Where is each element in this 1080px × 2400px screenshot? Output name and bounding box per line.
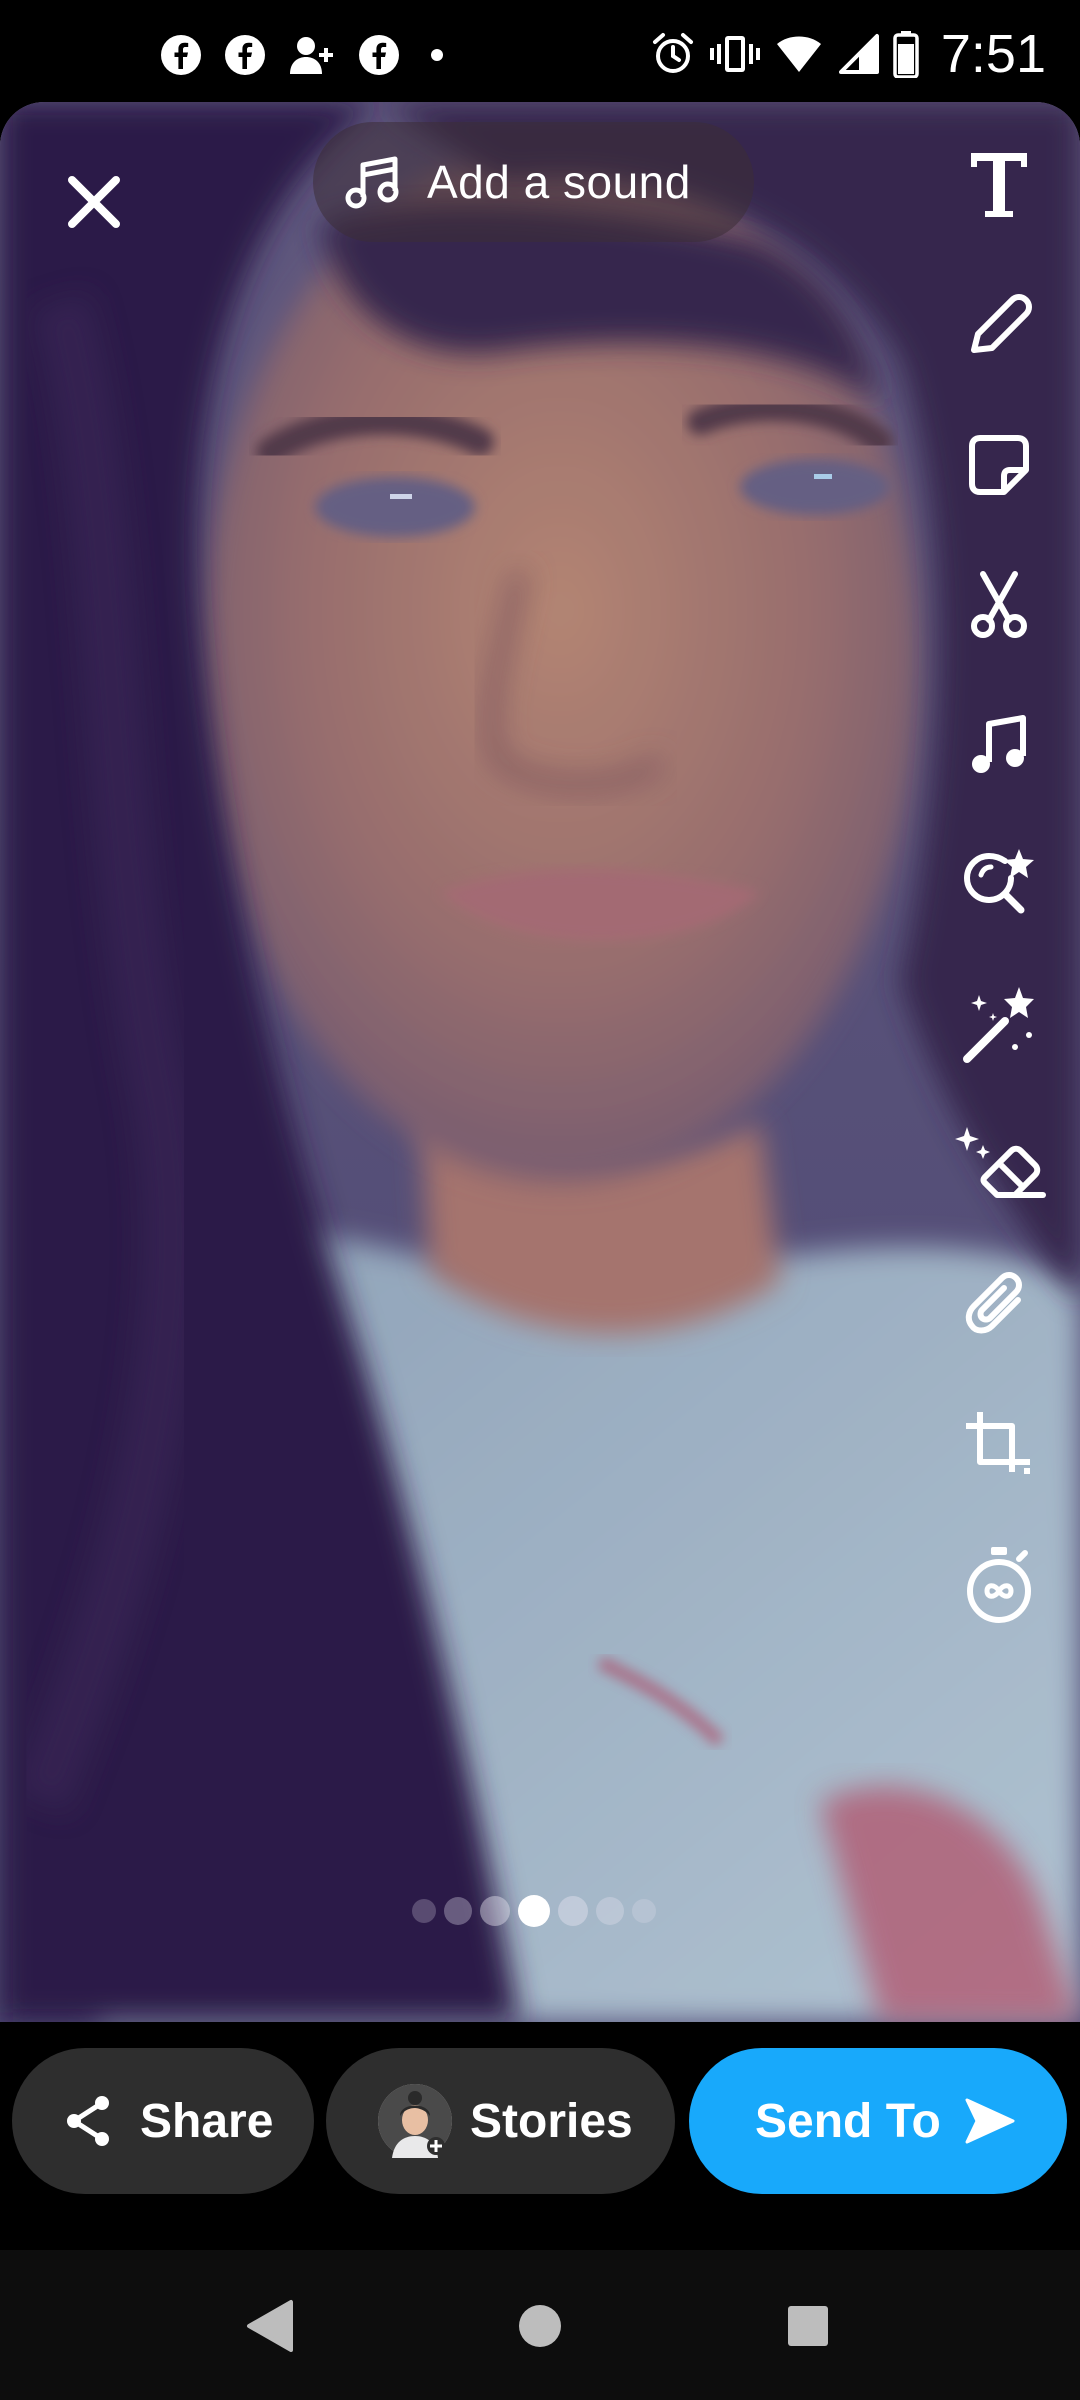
add-friend-icon <box>288 34 336 76</box>
system-icons: 7:51 <box>651 22 1046 86</box>
send-arrow-icon <box>965 2098 1015 2144</box>
pencil-icon <box>971 294 1032 353</box>
scissors-tool-button[interactable] <box>944 550 1054 660</box>
home-button[interactable] <box>502 2288 578 2364</box>
paperclip-icon <box>965 1272 1022 1334</box>
draw-tool-button[interactable] <box>944 270 1054 380</box>
notification-icons <box>160 30 452 80</box>
crop-tool-button[interactable] <box>944 1390 1054 1500</box>
magic-eraser-icon <box>955 1127 1046 1198</box>
back-button[interactable] <box>232 2288 308 2364</box>
signal-icon <box>837 32 879 76</box>
eraser-tool-button[interactable] <box>944 1110 1054 1220</box>
attach-tool-button[interactable] <box>944 1250 1054 1360</box>
page-dot <box>558 1896 588 1926</box>
music-note-icon <box>972 715 1026 773</box>
add-sound-button[interactable]: Add a sound <box>313 122 754 242</box>
bitmoji-avatar-icon <box>378 2084 452 2158</box>
recents-icon <box>788 2306 828 2346</box>
captured-photo[interactable] <box>0 102 1080 2022</box>
recents-button[interactable] <box>770 2288 846 2364</box>
facebook-icon <box>358 34 400 76</box>
selfie-image <box>0 102 1080 2022</box>
close-button[interactable] <box>52 160 136 244</box>
battery-icon <box>893 30 919 78</box>
page-dot <box>596 1897 624 1925</box>
music-tool-button[interactable] <box>944 690 1054 800</box>
facebook-icon <box>224 34 266 76</box>
alarm-icon <box>651 32 695 76</box>
page-indicator <box>412 1895 656 1927</box>
lens-tool-button[interactable] <box>944 830 1054 940</box>
page-dot <box>480 1896 510 1926</box>
wifi-icon <box>775 32 823 76</box>
text-icon <box>971 153 1027 217</box>
page-dot <box>632 1899 656 1923</box>
navigation-bar <box>0 2250 1080 2400</box>
vibrate-icon <box>709 32 761 76</box>
share-icon <box>67 2096 109 2146</box>
lens-search-icon <box>963 849 1034 914</box>
action-bar: Share Stories Send To <box>0 2022 1080 2250</box>
add-sound-label: Add a sound <box>427 156 691 208</box>
scissors-icon <box>971 571 1027 638</box>
back-icon <box>247 2300 293 2352</box>
share-button[interactable]: Share <box>12 2048 314 2194</box>
avatar <box>378 2084 452 2158</box>
sticker-icon <box>969 435 1029 495</box>
stories-button[interactable]: Stories <box>326 2048 675 2194</box>
crop-icon <box>966 1412 1030 1474</box>
text-tool-button[interactable] <box>944 130 1054 240</box>
page-dot <box>412 1899 436 1923</box>
music-note-icon <box>345 156 399 209</box>
dot-icon <box>422 34 452 76</box>
stories-label: Stories <box>470 2094 633 2148</box>
send-to-button[interactable]: Send To <box>689 2048 1067 2194</box>
infinity-timer-icon <box>967 1547 1031 1623</box>
send-to-label: Send To <box>755 2094 941 2148</box>
magic-tool-button[interactable] <box>944 970 1054 1080</box>
magic-wand-icon <box>963 987 1034 1063</box>
page-dot <box>444 1897 472 1925</box>
share-label: Share <box>140 2094 274 2148</box>
sticker-tool-button[interactable] <box>944 410 1054 520</box>
status-time: 7:51 <box>940 24 1046 84</box>
close-icon <box>68 176 120 228</box>
status-bar: 7:51 <box>0 0 1080 104</box>
facebook-icon <box>160 34 202 76</box>
home-icon <box>519 2305 561 2347</box>
page-dot-active <box>518 1895 550 1927</box>
timer-tool-button[interactable] <box>944 1530 1054 1640</box>
